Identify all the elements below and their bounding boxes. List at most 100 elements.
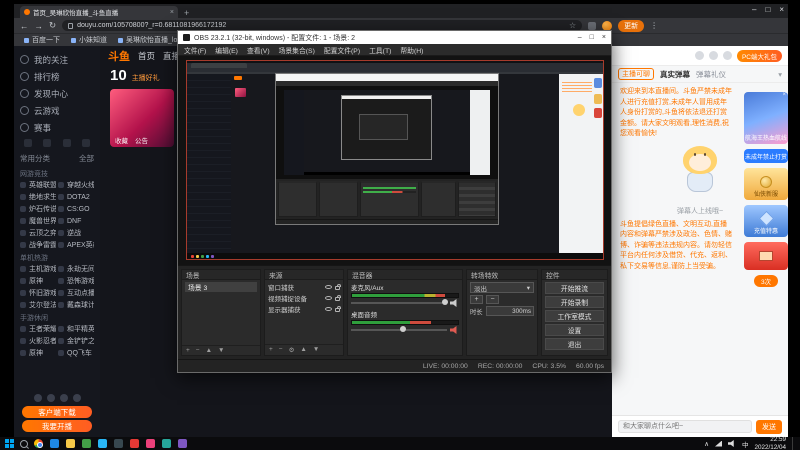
obs-menu-item[interactable]: 编辑(E)	[215, 45, 238, 55]
remove-transition-button[interactable]: −	[486, 295, 499, 304]
category-item[interactable]: 火影忍者	[20, 336, 56, 346]
add-transition-button[interactable]: +	[470, 295, 483, 304]
new-tab-button[interactable]: +	[184, 8, 189, 18]
start-button[interactable]	[5, 439, 14, 448]
obs-control-button[interactable]: 开始推流	[545, 282, 604, 294]
obs-icon[interactable]	[114, 439, 123, 448]
bookmark-star-icon[interactable]: ☆	[569, 21, 576, 30]
avatar-action[interactable]: 公告	[135, 135, 148, 145]
folder-icon[interactable]	[66, 439, 75, 448]
chevron-down-icon[interactable]: ▾	[778, 70, 782, 79]
category-item[interactable]: 戴森球计划	[58, 300, 94, 310]
edge-icon[interactable]	[50, 439, 59, 448]
category-item[interactable]: 主机游戏	[20, 264, 56, 274]
streamer-avatar-card[interactable]: 收藏 公告	[110, 89, 174, 147]
category-item[interactable]: 逆战	[58, 228, 94, 238]
wechat-icon[interactable]	[82, 439, 91, 448]
category-item[interactable]: DNF	[58, 216, 94, 226]
lock-icon[interactable]	[335, 283, 341, 290]
tray-expand-icon[interactable]: ∧	[704, 440, 709, 448]
category-item[interactable]: QQ飞车	[58, 348, 94, 358]
remove-source-button[interactable]: −	[279, 346, 283, 354]
source-down-button[interactable]: ▼	[313, 346, 319, 354]
tab-host-chat[interactable]: 主播可聊	[618, 68, 654, 80]
volume-slider[interactable]	[351, 326, 459, 334]
tab-danmu-rules[interactable]: 弹幕礼仪	[696, 69, 726, 80]
transition-select[interactable]: 淡出 ▾	[470, 282, 534, 293]
add-source-button[interactable]: +	[269, 346, 273, 354]
browser-menu-icon[interactable]: ⋮	[650, 21, 658, 30]
source-up-button[interactable]: ▲	[300, 346, 306, 354]
category-item[interactable]: APEX英雄	[58, 240, 94, 250]
scene-item[interactable]: 场景 3	[185, 282, 257, 292]
category-item[interactable]: 怀旧游戏	[20, 288, 56, 298]
visibility-eye-icon[interactable]	[325, 306, 332, 311]
category-item[interactable]: 英雄联盟	[20, 180, 56, 190]
obs-menu-item[interactable]: 场景集合(S)	[279, 45, 315, 55]
source-item[interactable]: 视频捕捉设备	[268, 293, 341, 303]
recent-game-icon[interactable]	[72, 394, 81, 402]
sidebar-item-follows[interactable]: 我的关注	[20, 51, 94, 68]
remove-scene-button[interactable]: −	[196, 347, 200, 354]
avatar-action[interactable]: 收藏	[115, 135, 128, 145]
taskbar-clock[interactable]: 22:59 2022/12/04	[754, 436, 786, 450]
speaker-icon[interactable]	[450, 299, 457, 307]
tab-close-icon[interactable]: ×	[170, 9, 174, 16]
sidebar-item-rankings[interactable]: 排行榜	[20, 68, 94, 85]
obs-menu-item[interactable]: 帮助(H)	[400, 45, 423, 55]
source-item[interactable]: 显示器捕获	[268, 304, 341, 314]
category-item[interactable]: 云顶之弈	[20, 228, 56, 238]
category-item[interactable]: 绝地求生	[20, 192, 56, 202]
obs-menu-item[interactable]: 配置文件(P)	[324, 45, 360, 55]
category-item[interactable]: 原神	[20, 348, 56, 358]
forward-icon[interactable]: →	[35, 21, 44, 31]
gold-event-banner[interactable]: 仙侠新服	[744, 168, 788, 200]
search-icon[interactable]	[20, 439, 28, 448]
reload-icon[interactable]: ↻	[49, 20, 56, 31]
sidebar-item-cloudgame[interactable]: 云游戏	[20, 102, 94, 119]
user-avatar-icon[interactable]	[722, 51, 732, 60]
maximize-button[interactable]: □	[765, 5, 770, 14]
obs-titlebar[interactable]: OBS 23.2.1 (32-bit, windows) - 配置文件: 1 -…	[178, 31, 611, 44]
network-icon[interactable]	[714, 440, 722, 447]
close-button[interactable]: ×	[602, 34, 606, 41]
back-icon[interactable]: ←	[20, 21, 29, 31]
obs-control-button[interactable]: 设置	[545, 324, 604, 336]
minimize-button[interactable]: –	[752, 5, 756, 14]
recharge-banner[interactable]: 充值特惠	[744, 205, 788, 237]
red-packet-banner[interactable]	[744, 242, 788, 270]
chat-input[interactable]	[618, 420, 752, 433]
profile-avatar[interactable]	[602, 20, 613, 31]
category-item[interactable]: CS:GO	[58, 204, 94, 214]
quick-category-icon[interactable]	[43, 139, 52, 147]
music-icon[interactable]	[146, 439, 155, 448]
category-item[interactable]: 金铲铲之战	[58, 336, 94, 346]
sidebar-item-discover[interactable]: 发现中心	[20, 85, 94, 102]
close-icon[interactable]: ×	[782, 92, 786, 98]
send-button[interactable]: 发送	[756, 419, 782, 434]
category-item[interactable]: 魔兽世界	[20, 216, 56, 226]
store-icon[interactable]	[162, 439, 171, 448]
category-item[interactable]: DOTA2	[58, 192, 94, 202]
qq-icon[interactable]	[98, 439, 107, 448]
pc-gift-pill[interactable]: PC端大礼包	[736, 49, 782, 62]
service-icon[interactable]	[708, 51, 718, 60]
mail-icon[interactable]	[178, 439, 187, 448]
chrome-update-button[interactable]: 更新	[618, 19, 645, 32]
quick-category-icon[interactable]	[24, 139, 32, 147]
douyu-logo[interactable]: 斗鱼	[108, 48, 130, 64]
quick-category-icon[interactable]	[62, 139, 71, 147]
recent-game-icon[interactable]	[33, 394, 42, 402]
category-item[interactable]: 恐怖游戏	[58, 276, 94, 286]
volume-icon[interactable]	[727, 440, 734, 447]
category-all-link[interactable]: 全部	[79, 153, 94, 164]
maximize-button[interactable]: □	[590, 34, 594, 41]
category-item[interactable]: 永劫无间	[58, 264, 94, 274]
bookmark-item[interactable]: 小妹知道	[71, 35, 107, 45]
game-icon[interactable]	[130, 439, 139, 448]
category-item[interactable]: 王者荣耀	[20, 324, 56, 334]
extensions-icon[interactable]	[588, 21, 597, 30]
topnav-link[interactable]: 首页	[138, 50, 155, 62]
duration-spinbox[interactable]: 300ms	[485, 306, 534, 316]
client-download-button[interactable]: 客户端下载	[22, 406, 92, 418]
